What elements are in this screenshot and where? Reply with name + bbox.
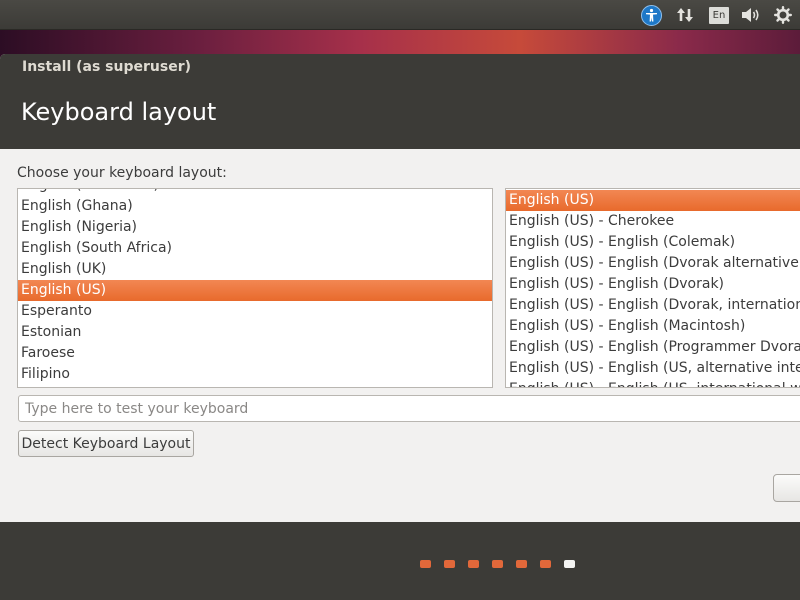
- progress-footer: [0, 522, 800, 600]
- layout-list-item[interactable]: English (Cameroon): [18, 189, 492, 196]
- installer-window: Install (as superuser) Keyboard layout C…: [0, 54, 800, 600]
- layout-list-item[interactable]: English (US): [18, 280, 492, 301]
- window-titlebar[interactable]: Install (as superuser): [0, 54, 800, 80]
- layout-list-item[interactable]: Esperanto: [18, 301, 492, 322]
- variant-list-item[interactable]: English (US) - English (Colemak): [506, 232, 800, 253]
- progress-dot: [540, 560, 551, 568]
- layout-list-item[interactable]: Faroese: [18, 343, 492, 364]
- top-panel: En: [0, 0, 800, 30]
- variant-list-item[interactable]: English (US) - Cherokee: [506, 211, 800, 232]
- variant-list-item[interactable]: English (US) - English (Dvorak): [506, 274, 800, 295]
- network-icon: [677, 8, 693, 22]
- progress-dot: [420, 560, 431, 568]
- window-title: Install (as superuser): [22, 59, 191, 75]
- variant-list-item[interactable]: English (US) - English (US, internationa…: [506, 379, 800, 387]
- variant-list-item[interactable]: English (US): [506, 190, 800, 211]
- page-title: Keyboard layout: [21, 98, 217, 126]
- progress-dot: [444, 560, 455, 568]
- continue-button[interactable]: [773, 474, 800, 502]
- progress-dot: [564, 560, 575, 568]
- keyboard-language-indicator[interactable]: En: [707, 4, 731, 26]
- settings-gear-icon: [774, 6, 792, 24]
- detect-keyboard-layout-button[interactable]: Detect Keyboard Layout: [18, 430, 194, 457]
- sound-icon: [742, 8, 759, 22]
- progress-dot: [492, 560, 503, 568]
- layout-prompt: Choose your keyboard layout:: [17, 165, 227, 181]
- variant-list-item[interactable]: English (US) - English (Dvorak alternati…: [506, 253, 800, 274]
- accessibility-indicator[interactable]: [639, 4, 663, 26]
- variant-list[interactable]: English (US) English (US) - Cherokee Engli…: [505, 188, 800, 388]
- layout-list-item[interactable]: English (Ghana): [18, 196, 492, 217]
- variant-list-item[interactable]: English (US) - English (Macintosh): [506, 316, 800, 337]
- settings-indicator[interactable]: [771, 4, 795, 26]
- page-header: Keyboard layout: [0, 80, 800, 149]
- variant-list-item[interactable]: English (US) - English (Dvorak, internat…: [506, 295, 800, 316]
- layout-list-item[interactable]: English (Nigeria): [18, 217, 492, 238]
- variant-list-item[interactable]: English (US) - English (Programmer Dvora…: [506, 337, 800, 358]
- keyboard-language-icon: En: [709, 6, 729, 24]
- progress-dot: [516, 560, 527, 568]
- network-indicator[interactable]: [673, 4, 697, 26]
- layout-list-item[interactable]: English (South Africa): [18, 238, 492, 259]
- progress-dot: [468, 560, 479, 568]
- keyboard-test-input[interactable]: [18, 395, 800, 422]
- layout-list-item[interactable]: Estonian: [18, 322, 492, 343]
- accessibility-icon: [640, 4, 662, 26]
- layout-list-item[interactable]: Finnish: [18, 385, 492, 387]
- sound-indicator[interactable]: [739, 4, 763, 26]
- layout-list-item[interactable]: English (UK): [18, 259, 492, 280]
- variant-list-item[interactable]: English (US) - English (US, alternative …: [506, 358, 800, 379]
- layout-list[interactable]: English (Cameroon)English (Ghana)English…: [17, 188, 493, 388]
- layout-list-item[interactable]: Filipino: [18, 364, 492, 385]
